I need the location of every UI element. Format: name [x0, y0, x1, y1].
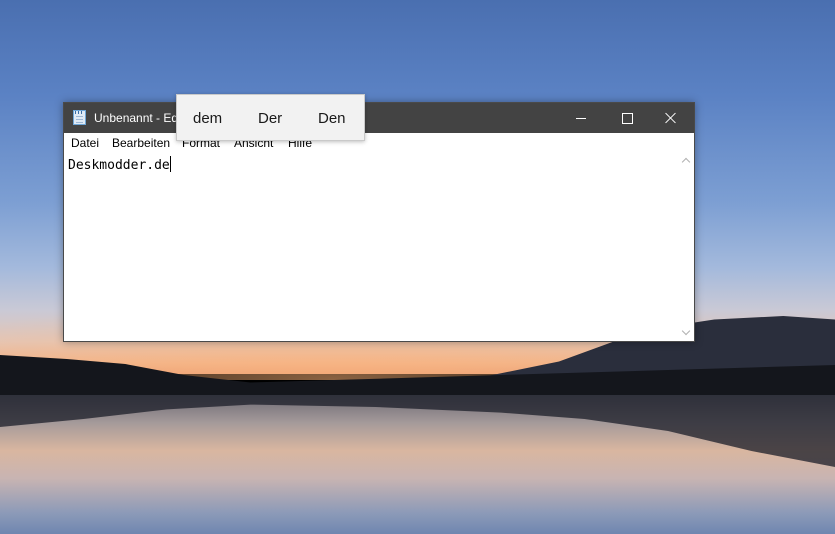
text-caret	[169, 156, 171, 172]
menu-bearbeiten[interactable]: Bearbeiten	[112, 136, 170, 150]
desktop-wallpaper: Unbenannt - Ed Datei Bearbeiten Format A…	[0, 0, 835, 534]
suggestion-item[interactable]: dem	[193, 110, 222, 127]
notepad-icon[interactable]	[73, 110, 86, 125]
text-suggestions-popup: dem Der Den	[176, 94, 365, 141]
scroll-down-button[interactable]	[681, 326, 691, 336]
chevron-up-icon	[681, 157, 691, 167]
maximize-icon	[621, 112, 633, 124]
notepad-window[interactable]: Unbenannt - Ed Datei Bearbeiten Format A…	[63, 102, 695, 342]
editor-text: Deskmodder.de	[68, 158, 170, 173]
close-button[interactable]	[648, 103, 694, 133]
minimize-icon	[576, 117, 586, 119]
menu-bar: Datei Bearbeiten Format Ansicht Hilfe	[64, 133, 694, 152]
title-bar[interactable]: Unbenannt - Ed	[64, 103, 694, 133]
menu-datei[interactable]: Datei	[71, 136, 99, 150]
close-icon	[665, 112, 677, 124]
suggestion-item[interactable]: Der	[258, 110, 282, 127]
window-title: Unbenannt - Ed	[94, 111, 179, 125]
chevron-down-icon	[681, 326, 691, 336]
text-editor[interactable]: Deskmodder.de	[64, 152, 678, 341]
scroll-up-button[interactable]	[681, 156, 691, 167]
suggestion-item[interactable]: Den	[318, 110, 346, 127]
minimize-button[interactable]	[558, 103, 604, 133]
editor-content[interactable]: Deskmodder.de	[68, 156, 171, 173]
maximize-button[interactable]	[604, 103, 650, 133]
vertical-scrollbar[interactable]	[678, 152, 694, 341]
